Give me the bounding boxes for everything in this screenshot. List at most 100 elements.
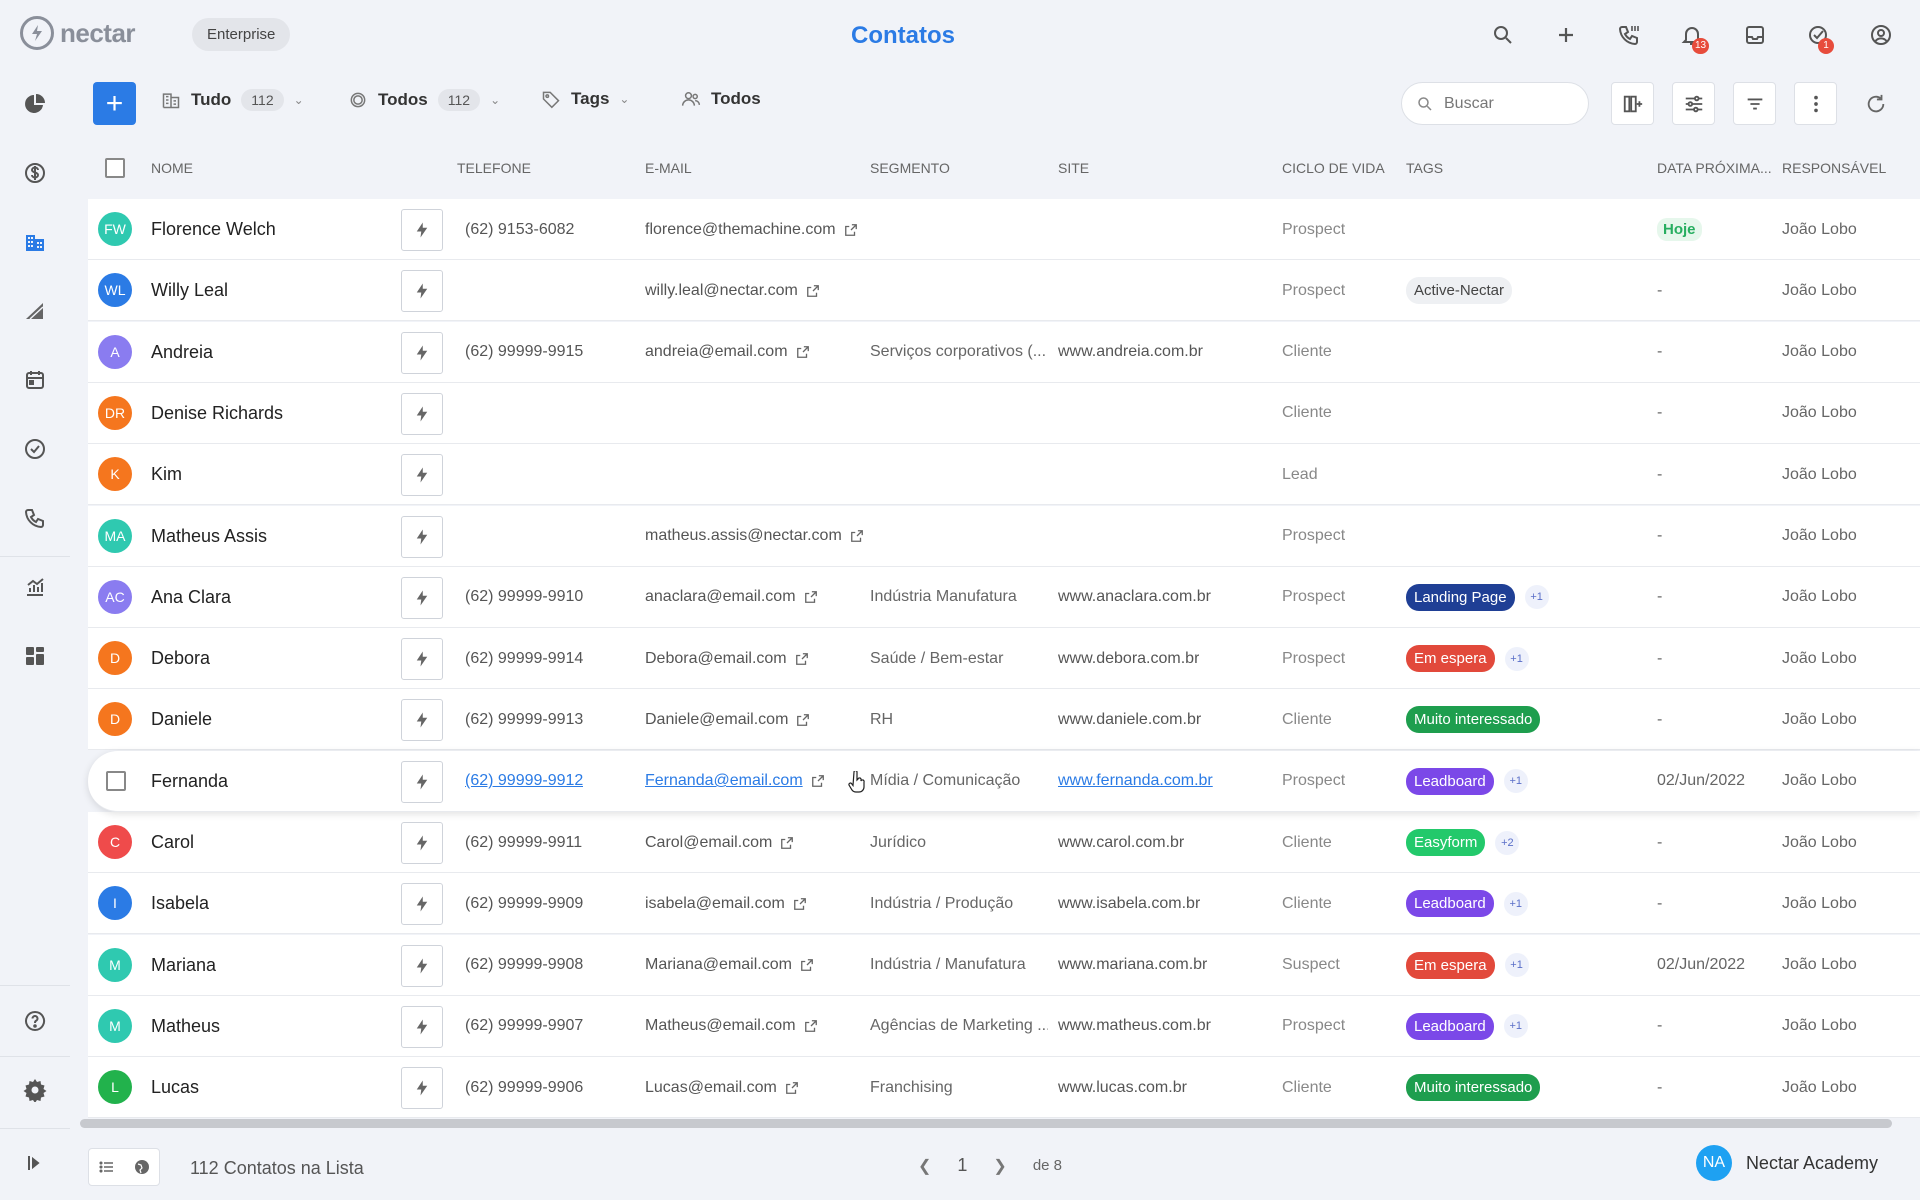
more-options-button[interactable] — [1794, 82, 1837, 125]
contact-name[interactable]: Matheus — [151, 996, 220, 1057]
owner-filter-dropdown[interactable]: Todos — [681, 89, 761, 109]
quick-action-lightning-icon[interactable] — [401, 944, 443, 987]
column-header-lifecycle[interactable]: CICLO DE VIDA — [1282, 160, 1385, 176]
table-row[interactable]: D Daniele (62) 99999-9913 Daniele@email.com… — [88, 689, 1920, 751]
phone-icon[interactable] — [1597, 16, 1660, 54]
table-row[interactable]: L Lucas (62) 99999-9906 Lucas@email.com Fran… — [88, 1057, 1920, 1119]
filter-button[interactable] — [1733, 82, 1776, 125]
quick-action-lightning-icon[interactable] — [401, 883, 443, 926]
site-cell[interactable]: www.andreia.com.br — [1058, 322, 1203, 383]
table-row[interactable]: DR Denise Richards Cliente - João Lobo — [88, 382, 1920, 444]
column-header-tags[interactable]: TAGS — [1406, 160, 1443, 176]
search-icon[interactable] — [1471, 16, 1534, 54]
email-cell[interactable]: Matheus@email.com — [645, 996, 818, 1057]
tag-badge[interactable]: Active-Nectar — [1406, 277, 1513, 305]
add-contact-button[interactable]: + — [93, 82, 136, 125]
more-tags-badge[interactable]: +2 — [1495, 830, 1520, 855]
more-tags-badge[interactable]: +1 — [1524, 585, 1549, 610]
site-cell[interactable]: www.daniele.com.br — [1058, 689, 1201, 750]
inbox-icon[interactable] — [1723, 16, 1786, 54]
phone-cell[interactable]: (62) 9153-6082 — [465, 199, 574, 260]
current-page[interactable]: 1 — [957, 1155, 967, 1176]
previous-page-icon[interactable]: ❮ — [918, 1156, 931, 1176]
table-row[interactable]: Fernanda (62) 99999-9912 Fernanda@email.co… — [88, 750, 1920, 812]
more-tags-badge[interactable]: +1 — [1503, 1014, 1528, 1039]
contact-name[interactable]: Denise Richards — [151, 383, 283, 444]
current-user[interactable]: NA Nectar Academy — [1695, 1145, 1878, 1181]
quick-action-lightning-icon[interactable] — [401, 454, 443, 497]
external-link-icon[interactable] — [785, 1081, 799, 1095]
tag-badge[interactable]: Em espera — [1406, 645, 1495, 673]
phone-cell[interactable]: (62) 99999-9908 — [465, 935, 583, 996]
phone-cell[interactable]: (62) 99999-9912 — [465, 751, 583, 812]
contact-name[interactable]: Matheus Assis — [151, 506, 267, 567]
column-header-name[interactable]: NOME — [151, 160, 193, 176]
settings-gear-icon[interactable] — [15, 1070, 55, 1110]
contacts-building-icon[interactable] — [15, 222, 55, 262]
status-filter-dropdown[interactable]: Todos 112 ⌄ — [348, 89, 500, 111]
phone-cell[interactable]: (62) 99999-9915 — [465, 322, 583, 383]
horizontal-scrollbar[interactable] — [80, 1119, 1892, 1128]
quick-action-lightning-icon[interactable] — [401, 515, 443, 558]
sales-dollar-icon[interactable] — [15, 153, 55, 193]
column-header-next-date[interactable]: DATA PRÓXIMA... — [1657, 160, 1772, 176]
refresh-button[interactable] — [1854, 82, 1897, 125]
contact-name[interactable]: Lucas — [151, 1057, 199, 1118]
contact-name[interactable]: Florence Welch — [151, 199, 276, 260]
expand-sidebar-icon[interactable] — [15, 1143, 55, 1183]
external-link-icon[interactable] — [780, 836, 794, 850]
site-cell[interactable]: www.anaclara.com.br — [1058, 567, 1211, 628]
email-cell[interactable]: andreia@email.com — [645, 322, 810, 383]
email-cell[interactable]: Daniele@email.com — [645, 689, 810, 750]
phone-cell[interactable]: (62) 99999-9910 — [465, 567, 583, 628]
calendar-icon[interactable] — [15, 360, 55, 400]
external-link-icon[interactable] — [795, 652, 809, 666]
external-link-icon[interactable] — [800, 958, 814, 972]
quick-action-lightning-icon[interactable] — [401, 822, 443, 864]
tag-badge[interactable]: Leadboard — [1406, 890, 1494, 918]
external-link-icon[interactable] — [844, 223, 858, 237]
table-row[interactable]: M Matheus (62) 99999-9907 Matheus@email.com… — [88, 995, 1920, 1057]
calls-phone-icon[interactable] — [15, 498, 55, 538]
table-row[interactable]: C Carol (62) 99999-9911 Carol@email.com Jurí… — [88, 812, 1920, 873]
external-link-icon[interactable] — [850, 529, 864, 543]
tag-badge[interactable]: Easyform — [1406, 829, 1486, 856]
apps-grid-icon[interactable] — [15, 636, 55, 676]
phone-cell[interactable]: (62) 99999-9911 — [465, 812, 582, 873]
site-cell[interactable]: www.isabela.com.br — [1058, 873, 1200, 934]
contact-name[interactable]: Mariana — [151, 935, 216, 996]
column-header-phone[interactable]: TELEFONE — [457, 160, 531, 176]
table-row[interactable]: FW Florence Welch (62) 9153-6082 florence@t… — [88, 199, 1920, 260]
next-page-icon[interactable]: ❯ — [993, 1156, 1006, 1176]
email-cell[interactable]: florence@themachine.com — [645, 199, 858, 260]
quick-action-lightning-icon[interactable] — [401, 392, 443, 435]
column-header-site[interactable]: SITE — [1058, 160, 1089, 176]
table-row[interactable]: AC Ana Clara (62) 99999-9910 anaclara@email… — [88, 566, 1920, 628]
more-tags-badge[interactable]: +1 — [1504, 953, 1529, 978]
user-circle-icon[interactable] — [1849, 16, 1912, 54]
site-cell[interactable]: www.debora.com.br — [1058, 628, 1199, 689]
table-row[interactable]: WL Willy Leal willy.leal@nectar.com Prospec… — [88, 260, 1920, 322]
contact-name[interactable]: Carol — [151, 812, 194, 873]
quick-action-lightning-icon[interactable] — [401, 699, 443, 742]
contact-name[interactable]: Willy Leal — [151, 260, 228, 321]
bell-icon[interactable]: 13 — [1660, 16, 1723, 54]
search-box[interactable] — [1401, 82, 1589, 125]
site-cell[interactable]: www.fernanda.com.br — [1058, 751, 1213, 812]
email-cell[interactable]: isabela@email.com — [645, 873, 807, 934]
entity-filter-dropdown[interactable]: Tudo 112 ⌄ — [161, 89, 304, 111]
tag-badge[interactable]: Leadboard — [1406, 767, 1494, 795]
quick-action-lightning-icon[interactable] — [401, 576, 443, 619]
phone-cell[interactable]: (62) 99999-9914 — [465, 628, 583, 689]
more-tags-badge[interactable]: +1 — [1503, 769, 1528, 794]
contact-name[interactable]: Daniele — [151, 689, 212, 750]
quick-action-lightning-icon[interactable] — [401, 760, 443, 803]
more-tags-badge[interactable]: +1 — [1503, 891, 1528, 916]
quick-action-lightning-icon[interactable] — [401, 1067, 443, 1110]
external-link-icon[interactable] — [796, 713, 810, 727]
tag-badge[interactable]: Landing Page — [1406, 583, 1515, 611]
external-link-icon[interactable] — [811, 774, 825, 788]
email-cell[interactable]: matheus.assis@nectar.com — [645, 506, 864, 567]
contact-name[interactable]: Ana Clara — [151, 567, 231, 628]
site-cell[interactable]: www.lucas.com.br — [1058, 1057, 1187, 1118]
